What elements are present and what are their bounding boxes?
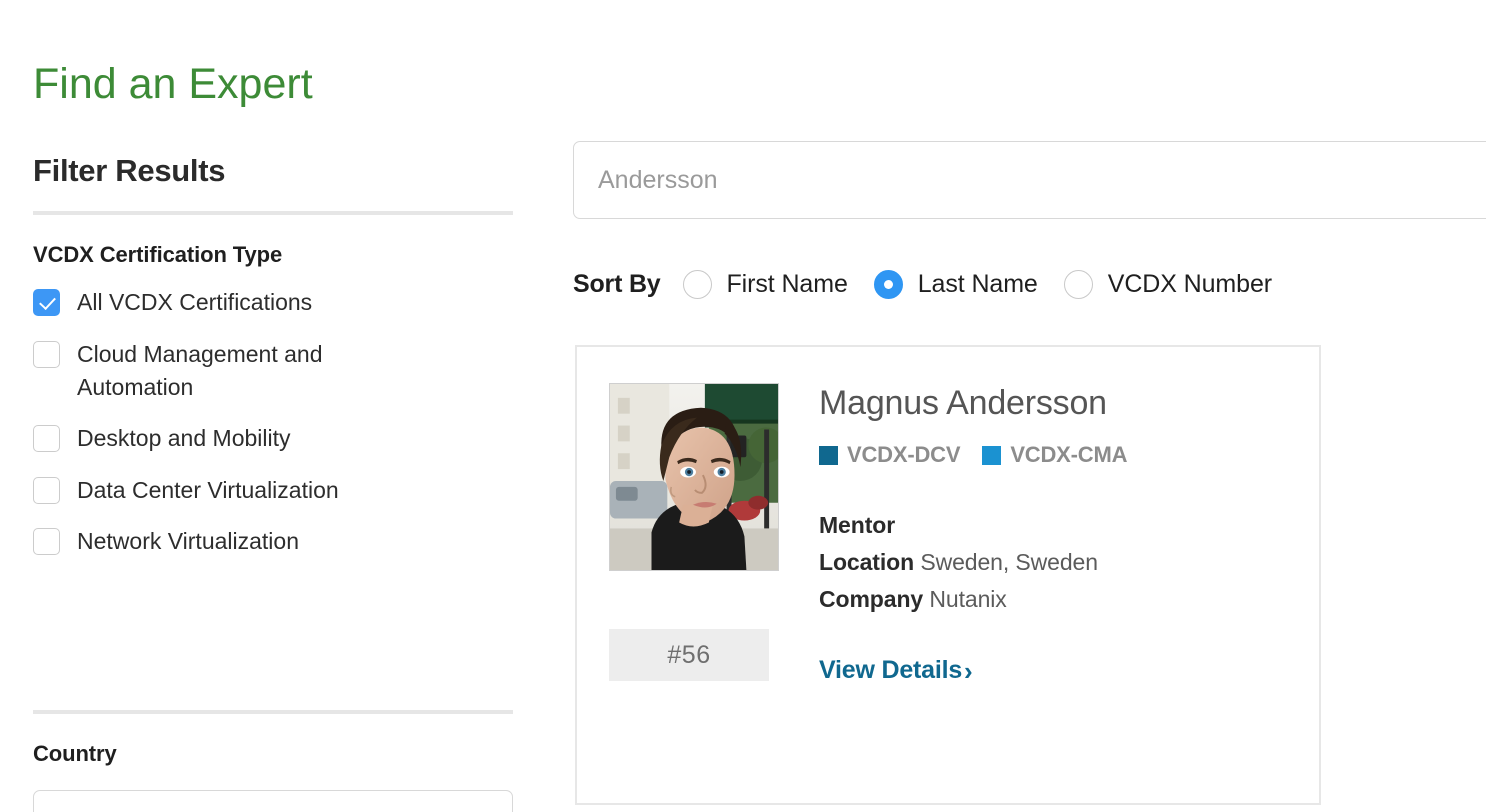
filter-panel: Filter Results VCDX Certification Type A…	[33, 152, 513, 558]
view-details-link[interactable]: View Details ›	[819, 656, 973, 685]
company-value: Nutanix	[929, 586, 1007, 613]
find-an-expert-page: Find an Expert Filter Results VCDX Certi…	[0, 0, 1486, 812]
sort-option-vcdx-number[interactable]: VCDX Number	[1063, 270, 1272, 299]
expert-card-left-column: #56	[609, 383, 781, 685]
expert-role: Mentor	[819, 512, 896, 539]
certification-label: VCDX-DCV	[847, 442, 961, 468]
sort-by-controls: Sort By First Name Last Name VCDX Number	[573, 270, 1272, 299]
sort-option-last-name[interactable]: Last Name	[873, 270, 1038, 299]
sort-by-label: Sort By	[573, 270, 661, 298]
checkbox-icon-unchecked[interactable]	[33, 425, 60, 453]
page-title: Find an Expert	[33, 59, 313, 108]
country-select[interactable]	[33, 790, 513, 812]
location-label: Location	[819, 549, 915, 576]
search-box[interactable]	[573, 141, 1486, 219]
sort-option-label: Last Name	[917, 270, 1038, 298]
checkbox-icon-unchecked[interactable]	[33, 527, 60, 555]
chevron-right-icon: ›	[964, 655, 973, 686]
filter-checkbox-label: All VCDX Certifications	[77, 289, 313, 316]
search-input[interactable]	[574, 142, 1486, 218]
certification-type-checkbox-list: All VCDX Certifications Cloud Management…	[33, 286, 513, 558]
filter-checkbox-label: Cloud Management and Automation	[77, 340, 323, 400]
certification-badge-dcv: VCDX-DCV	[819, 442, 961, 468]
certification-label: VCDX-CMA	[1010, 442, 1128, 468]
sort-option-first-name[interactable]: First Name	[682, 270, 848, 299]
expert-card-details: Magnus Andersson VCDX-DCV VCDX-CMA Mento…	[781, 383, 1319, 685]
filter-checkbox-desktop-and-mobility[interactable]: Desktop and Mobility	[33, 422, 513, 455]
certification-swatch-icon	[819, 445, 838, 465]
checkbox-icon-unchecked[interactable]	[33, 476, 60, 504]
vcdx-number-badge: #56	[609, 629, 769, 681]
filter-checkbox-network-virtualization[interactable]: Network Virtualization	[33, 525, 513, 558]
radio-icon-unselected[interactable]	[682, 270, 712, 299]
radio-icon-unselected[interactable]	[1063, 270, 1093, 299]
checkbox-icon-checked[interactable]	[33, 289, 60, 317]
filter-checkbox-data-center-virtualization[interactable]: Data Center Virtualization	[33, 474, 513, 507]
filter-group-title-certification-type: VCDX Certification Type	[33, 242, 283, 268]
expert-company: Company Nutanix	[819, 586, 1319, 613]
checkbox-icon-unchecked[interactable]	[33, 340, 60, 368]
filter-checkbox-cloud-management-and-automation[interactable]: Cloud Management and Automation	[33, 338, 513, 405]
sort-option-label: First Name	[726, 270, 848, 298]
filter-group-title-country: Country	[33, 741, 117, 766]
filter-checkbox-label: Desktop and Mobility	[77, 425, 291, 452]
filter-heading-divider	[33, 211, 513, 216]
expert-location: Location Sweden, Sweden	[819, 549, 1319, 576]
location-value: Sweden, Sweden	[920, 549, 1098, 576]
sort-option-label: VCDX Number	[1107, 270, 1272, 298]
expert-result-card[interactable]: #56 Magnus Andersson VCDX-DCV VCDX-CMA M…	[575, 345, 1321, 805]
radio-icon-selected[interactable]	[873, 270, 903, 299]
country-divider	[33, 710, 513, 714]
filter-checkbox-label: Network Virtualization	[77, 527, 300, 554]
filter-group-country: Country	[33, 710, 513, 812]
certification-badges: VCDX-DCV VCDX-CMA	[819, 442, 1319, 468]
expert-card-inner: #56 Magnus Andersson VCDX-DCV VCDX-CMA M…	[577, 347, 1319, 685]
filter-checkbox-label: Data Center Virtualization	[77, 476, 339, 503]
filter-results-heading: Filter Results	[33, 153, 226, 188]
avatar	[609, 383, 779, 571]
filter-checkbox-all-vcdx-certifications[interactable]: All VCDX Certifications	[33, 286, 513, 319]
view-details-label: View Details	[819, 656, 963, 685]
company-label: Company	[819, 586, 924, 613]
certification-swatch-icon	[982, 445, 1002, 465]
certification-badge-cma: VCDX-CMA	[982, 442, 1127, 468]
expert-name: Magnus Andersson	[819, 384, 1107, 422]
